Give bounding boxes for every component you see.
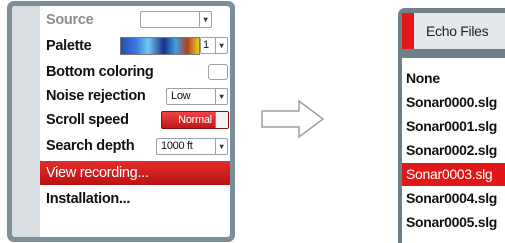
echo-files-dialog: Echo Files None Sonar0000.slg Sonar0001.…: [398, 8, 505, 243]
menu-item-label: Bottom coloring: [46, 64, 154, 80]
menu-item-bottom-coloring[interactable]: Bottom coloring: [40, 60, 230, 84]
palette-dropdown[interactable]: 1 ▾: [200, 37, 228, 54]
menu-item-palette[interactable]: Palette 1 ▾: [40, 34, 230, 58]
menu-item-noise-rejection[interactable]: Noise rejection Low ▾: [40, 84, 230, 108]
file-list: None Sonar0000.slg Sonar0001.slg Sonar00…: [402, 58, 505, 243]
menu-item-label: Installation...: [46, 191, 131, 207]
scroll-speed-value: Normal: [178, 114, 212, 126]
menu-gutter: [12, 6, 40, 237]
chevron-down-icon: ▾: [199, 12, 211, 27]
file-item-label: Sonar0001.slg: [406, 118, 498, 134]
menu-item-label: Search depth: [46, 138, 135, 154]
file-item-none[interactable]: None: [402, 67, 505, 90]
dialog-title: Echo Files: [426, 23, 489, 39]
menu-item-label: Scroll speed: [46, 112, 129, 128]
bottom-coloring-checkbox[interactable]: [208, 64, 228, 80]
chevron-down-icon: ▾: [215, 139, 227, 154]
file-item-sonar0004[interactable]: Sonar0004.slg: [402, 187, 505, 210]
menu-item-search-depth[interactable]: Search depth 1000 ft ▾: [40, 134, 230, 158]
file-item-label: Sonar0003.slg: [406, 166, 493, 182]
noise-rejection-value: Low: [171, 90, 191, 102]
header-accent: [402, 13, 414, 49]
file-item-sonar0002[interactable]: Sonar0002.slg: [402, 139, 505, 162]
file-item-sonar0003[interactable]: Sonar0003.slg: [402, 163, 505, 186]
menu-item-label: Palette: [46, 38, 92, 54]
menu-item-installation[interactable]: Installation...: [40, 187, 230, 211]
menu-item-label: Source: [46, 12, 94, 28]
search-depth-dropdown[interactable]: 1000 ft ▾: [156, 138, 228, 155]
menu-item-label: Noise rejection: [46, 88, 146, 104]
file-item-sonar0000[interactable]: Sonar0000.slg: [402, 91, 505, 114]
palette-value: 1: [203, 39, 209, 51]
file-item-sonar0001[interactable]: Sonar0001.slg: [402, 115, 505, 138]
slider-knob-icon: [215, 112, 228, 128]
menu-item-view-recording[interactable]: View recording...: [40, 161, 230, 185]
palette-preview: [120, 37, 200, 55]
file-item-label: Sonar0005.slg: [406, 214, 498, 230]
source-dropdown: ▾: [140, 11, 212, 28]
file-item-label: Sonar0002.slg: [406, 142, 498, 158]
file-item-label: Sonar0000.slg: [406, 94, 498, 110]
menu-item-source: Source ▾: [40, 8, 230, 32]
scroll-speed-button[interactable]: Normal: [161, 111, 229, 129]
right-arrow-outline-icon: [261, 99, 325, 139]
search-depth-value: 1000 ft: [161, 140, 193, 152]
file-item-label: Sonar0004.slg: [406, 190, 498, 206]
noise-rejection-dropdown[interactable]: Low ▾: [166, 88, 228, 105]
menu-item-scroll-speed[interactable]: Scroll speed Normal: [40, 108, 230, 132]
file-item-label: None: [406, 70, 440, 86]
settings-menu: Source ▾ Palette 1 ▾ Bottom coloring Noi…: [12, 6, 230, 237]
file-item-sonar0005[interactable]: Sonar0005.slg: [402, 211, 505, 234]
chevron-down-icon: ▾: [215, 38, 227, 53]
dialog-header: Echo Files: [402, 13, 505, 49]
chevron-down-icon: ▾: [215, 89, 227, 104]
settings-menu-panel: Source ▾ Palette 1 ▾ Bottom coloring Noi…: [7, 1, 235, 242]
menu-item-label: View recording...: [46, 165, 149, 181]
